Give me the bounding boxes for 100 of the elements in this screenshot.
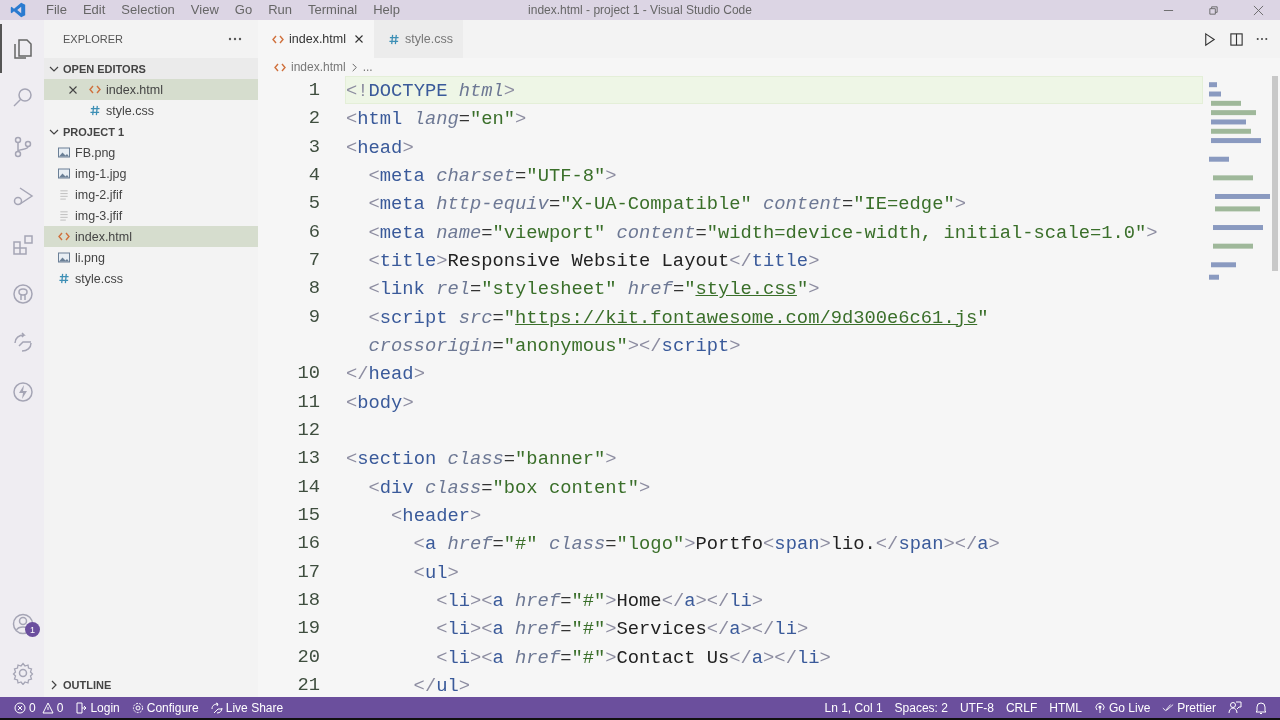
explorer-row[interactable]: index.html bbox=[44, 226, 258, 247]
status-item[interactable]: Configure bbox=[125, 700, 205, 715]
code-tag: title bbox=[379, 249, 437, 272]
code-string: "viewport" bbox=[492, 221, 606, 244]
code-punctuation: > bbox=[458, 674, 470, 697]
vscode-logo-icon bbox=[10, 2, 26, 18]
line-number: 20 bbox=[297, 645, 320, 668]
more-icon[interactable] bbox=[228, 37, 242, 41]
status-item[interactable]: CRLF bbox=[999, 700, 1044, 715]
code-punctuation: < bbox=[367, 476, 380, 499]
section-header[interactable]: OUTLINE bbox=[44, 674, 258, 695]
code-punctuation: > bbox=[819, 646, 831, 669]
status-item[interactable]: Spaces: 2 bbox=[888, 700, 954, 715]
code-tag: ul bbox=[424, 561, 448, 584]
code-string: " bbox=[503, 306, 516, 329]
code-punctuation: </ bbox=[346, 363, 369, 386]
breadcrumb-item[interactable]: ... bbox=[362, 60, 373, 74]
code-punctuation: > bbox=[402, 391, 414, 414]
close-icon[interactable] bbox=[68, 84, 78, 95]
code-punctuation: ></ bbox=[740, 618, 775, 641]
code-attribute: crossorigin bbox=[367, 334, 493, 357]
code-attribute: href bbox=[514, 646, 561, 669]
code-string: "IE=edge" bbox=[853, 193, 955, 216]
code-punctuation: > bbox=[447, 561, 459, 584]
close-icon[interactable] bbox=[354, 34, 364, 44]
section-header[interactable]: PROJECT 1 bbox=[44, 121, 258, 142]
code-punctuation: > bbox=[605, 165, 617, 187]
status-text: 0 bbox=[29, 700, 36, 715]
status-item[interactable]: Live Share bbox=[204, 700, 290, 715]
line-number: 4 bbox=[308, 164, 320, 186]
code-tag: a bbox=[977, 533, 989, 556]
files-icon[interactable] bbox=[11, 36, 35, 61]
code-tag: title bbox=[751, 249, 809, 272]
extensions-icon[interactable] bbox=[11, 232, 35, 257]
explorer-row[interactable]: img-3.jfif bbox=[44, 205, 258, 226]
explorer-row[interactable]: index.html bbox=[44, 79, 258, 100]
code-punctuation: < bbox=[435, 646, 448, 669]
code-tag: div bbox=[379, 476, 414, 499]
code-string: "X-UA-Compatible" bbox=[560, 193, 752, 216]
status-item[interactable]: Prettier bbox=[1156, 700, 1222, 715]
code-string: "width=device-width, initial-scale=1.0" bbox=[706, 221, 1147, 244]
run-icon[interactable] bbox=[1202, 31, 1217, 47]
line-number: 14 bbox=[297, 475, 320, 498]
code-attribute: http-equiv bbox=[435, 193, 549, 216]
explorer-row[interactable]: li.png bbox=[44, 247, 258, 268]
sign-in-icon bbox=[75, 701, 88, 714]
status-item[interactable]: 0 bbox=[8, 700, 36, 715]
github-icon[interactable] bbox=[11, 281, 35, 306]
code-punctuation: > bbox=[808, 278, 820, 301]
code-brackets-icon bbox=[89, 84, 101, 95]
menu-item[interactable]: Terminal bbox=[300, 0, 366, 20]
explorer-row[interactable]: img-2.jfif bbox=[44, 184, 258, 205]
scrollbar-thumb[interactable] bbox=[1272, 76, 1278, 271]
lightning-icon[interactable] bbox=[11, 379, 35, 404]
line-number: 8 bbox=[308, 277, 320, 300]
code-punctuation: < bbox=[346, 391, 358, 414]
code-punctuation: </ bbox=[412, 674, 437, 697]
code-punctuation: < bbox=[346, 136, 358, 159]
code-tag: a bbox=[492, 646, 504, 669]
explorer-row[interactable]: img-1.jpg bbox=[44, 163, 258, 184]
status-item[interactable]: HTML bbox=[1043, 700, 1088, 715]
breadcrumb-item[interactable]: index.html bbox=[291, 60, 346, 74]
file-name: index.html bbox=[75, 229, 132, 244]
status-item[interactable]: Login bbox=[69, 700, 126, 715]
menu-item[interactable]: Go bbox=[226, 0, 261, 20]
section-title: OUTLINE bbox=[63, 678, 112, 691]
code-punctuation: > bbox=[954, 193, 966, 216]
status-item[interactable]: Ln 1, Col 1 bbox=[818, 700, 889, 715]
menu-item[interactable]: Edit bbox=[74, 0, 114, 20]
explorer-row[interactable]: FB.png bbox=[44, 142, 258, 163]
explorer-row[interactable]: style.css bbox=[44, 268, 258, 289]
menu-item[interactable]: Run bbox=[260, 0, 300, 20]
tab-label: index.html bbox=[289, 32, 346, 46]
explorer-row[interactable]: style.css bbox=[44, 100, 258, 121]
gear-icon bbox=[131, 701, 144, 714]
section-title: OPEN EDITORS bbox=[63, 62, 146, 75]
file-name: img-1.jpg bbox=[75, 166, 127, 181]
settings-icon[interactable] bbox=[11, 660, 35, 685]
line-number: 16 bbox=[297, 532, 320, 555]
section-header[interactable]: OPEN EDITORS bbox=[44, 58, 258, 79]
split-editor-icon[interactable] bbox=[1229, 31, 1244, 47]
code-operator: = bbox=[481, 476, 493, 499]
more-icon[interactable] bbox=[1256, 37, 1268, 41]
status-item[interactable]: 0 bbox=[35, 700, 70, 715]
menu-item[interactable]: Selection bbox=[113, 0, 183, 20]
code-punctuation: > bbox=[605, 646, 617, 669]
restore-icon[interactable] bbox=[1208, 4, 1219, 16]
menu-item[interactable]: View bbox=[182, 0, 227, 20]
editor-tab[interactable]: style.css bbox=[374, 20, 463, 58]
code-tag: a bbox=[492, 589, 504, 612]
status-item[interactable]: UTF-8 bbox=[953, 700, 1000, 715]
code-operator: = bbox=[695, 221, 707, 244]
accounts-icon[interactable] bbox=[11, 612, 35, 636]
code-operator: = bbox=[560, 618, 572, 641]
menu-item[interactable]: Help bbox=[365, 0, 408, 20]
live-share-icon[interactable] bbox=[11, 330, 35, 355]
tab-label: style.css bbox=[405, 32, 453, 46]
image-icon bbox=[58, 252, 70, 263]
menu-item[interactable]: File bbox=[38, 0, 75, 20]
status-item[interactable]: Go Live bbox=[1087, 700, 1157, 715]
